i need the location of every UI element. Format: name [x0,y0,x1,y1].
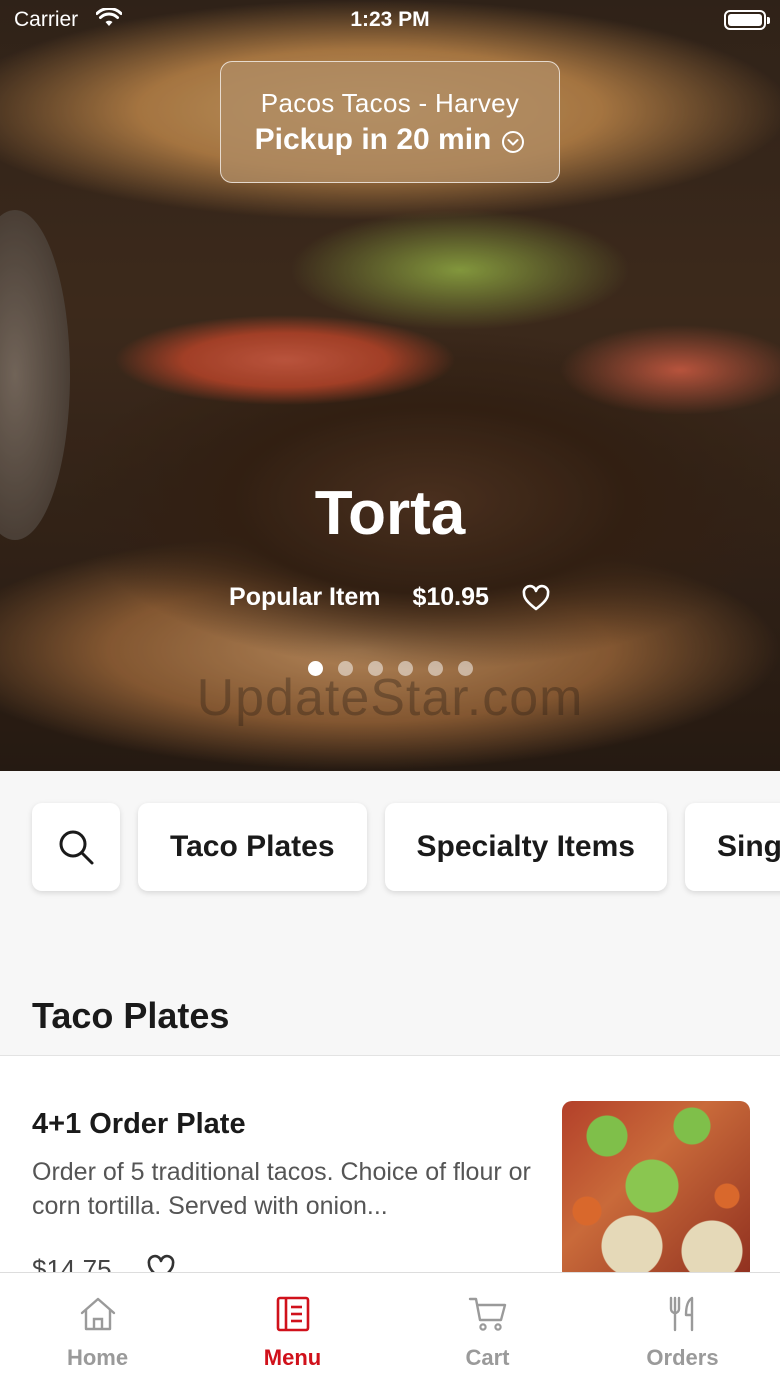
carousel-dot[interactable] [367,661,383,676]
featured-badge: Popular Item [229,583,381,611]
tab-menu-label: Menu [263,1345,322,1370]
carousel-page-indicator[interactable] [0,661,780,676]
carousel-dot[interactable] [457,661,473,676]
utensils-icon [669,1296,693,1332]
battery-icon [724,10,770,30]
watermark: UpdateStar.com [196,669,584,727]
search-icon [59,830,94,865]
carousel-dot[interactable] [397,661,413,676]
carousel-dot[interactable] [337,661,353,676]
carousel-dot[interactable] [427,661,443,676]
tab-orders-label: Orders [646,1345,719,1370]
featured-price: $10.95 [412,583,489,611]
tab-home[interactable]: Home [0,1273,195,1387]
tab-menu[interactable]: Menu [195,1273,390,1387]
tab-orders[interactable]: Orders [585,1273,780,1387]
status-time: 1:23 PM [350,8,430,31]
home-icon [80,1297,115,1331]
menu-item-image [562,1101,750,1281]
cart-icon [468,1297,506,1331]
menu-item-name: 4+1 Order Plate [32,1108,246,1140]
pickup-location-selector[interactable]: Pacos Tacos - Harvey Pickup in 20 min [220,61,560,183]
featured-item-name: Torta [314,479,466,548]
tab-cart[interactable]: Cart [390,1273,585,1387]
pickup-time: Pickup in 20 min [221,123,559,157]
carousel-dot[interactable] [307,661,323,676]
search-button[interactable] [32,803,120,891]
restaurant-location: Pacos Tacos - Harvey [260,88,520,118]
category-chip-taco-plates[interactable]: Taco Plates [138,803,367,891]
status-bar: Carrier 1:23 PM [0,0,780,40]
chevron-down-circle-icon [501,128,525,153]
bottom-tab-bar: Home Menu Cart Orders [0,1272,780,1387]
tab-home-label: Home [66,1345,129,1370]
category-chips: Taco Plates Specialty Items Sing [32,803,780,891]
menu-item-description: Order of 5 traditional tacos. Choice of … [32,1158,531,1220]
category-chip-specialty-items[interactable]: Specialty Items [384,803,667,891]
category-chip-singles[interactable]: Sing [684,803,780,891]
favorite-heart-icon[interactable] [521,584,551,612]
pickup-time-label: Pickup in 20 min [254,123,492,156]
menu-icon [276,1296,309,1332]
section-title: Taco Plates [32,995,230,1036]
tab-cart-label: Cart [465,1345,510,1370]
featured-item-meta: Popular Item $10.95 [0,583,780,612]
